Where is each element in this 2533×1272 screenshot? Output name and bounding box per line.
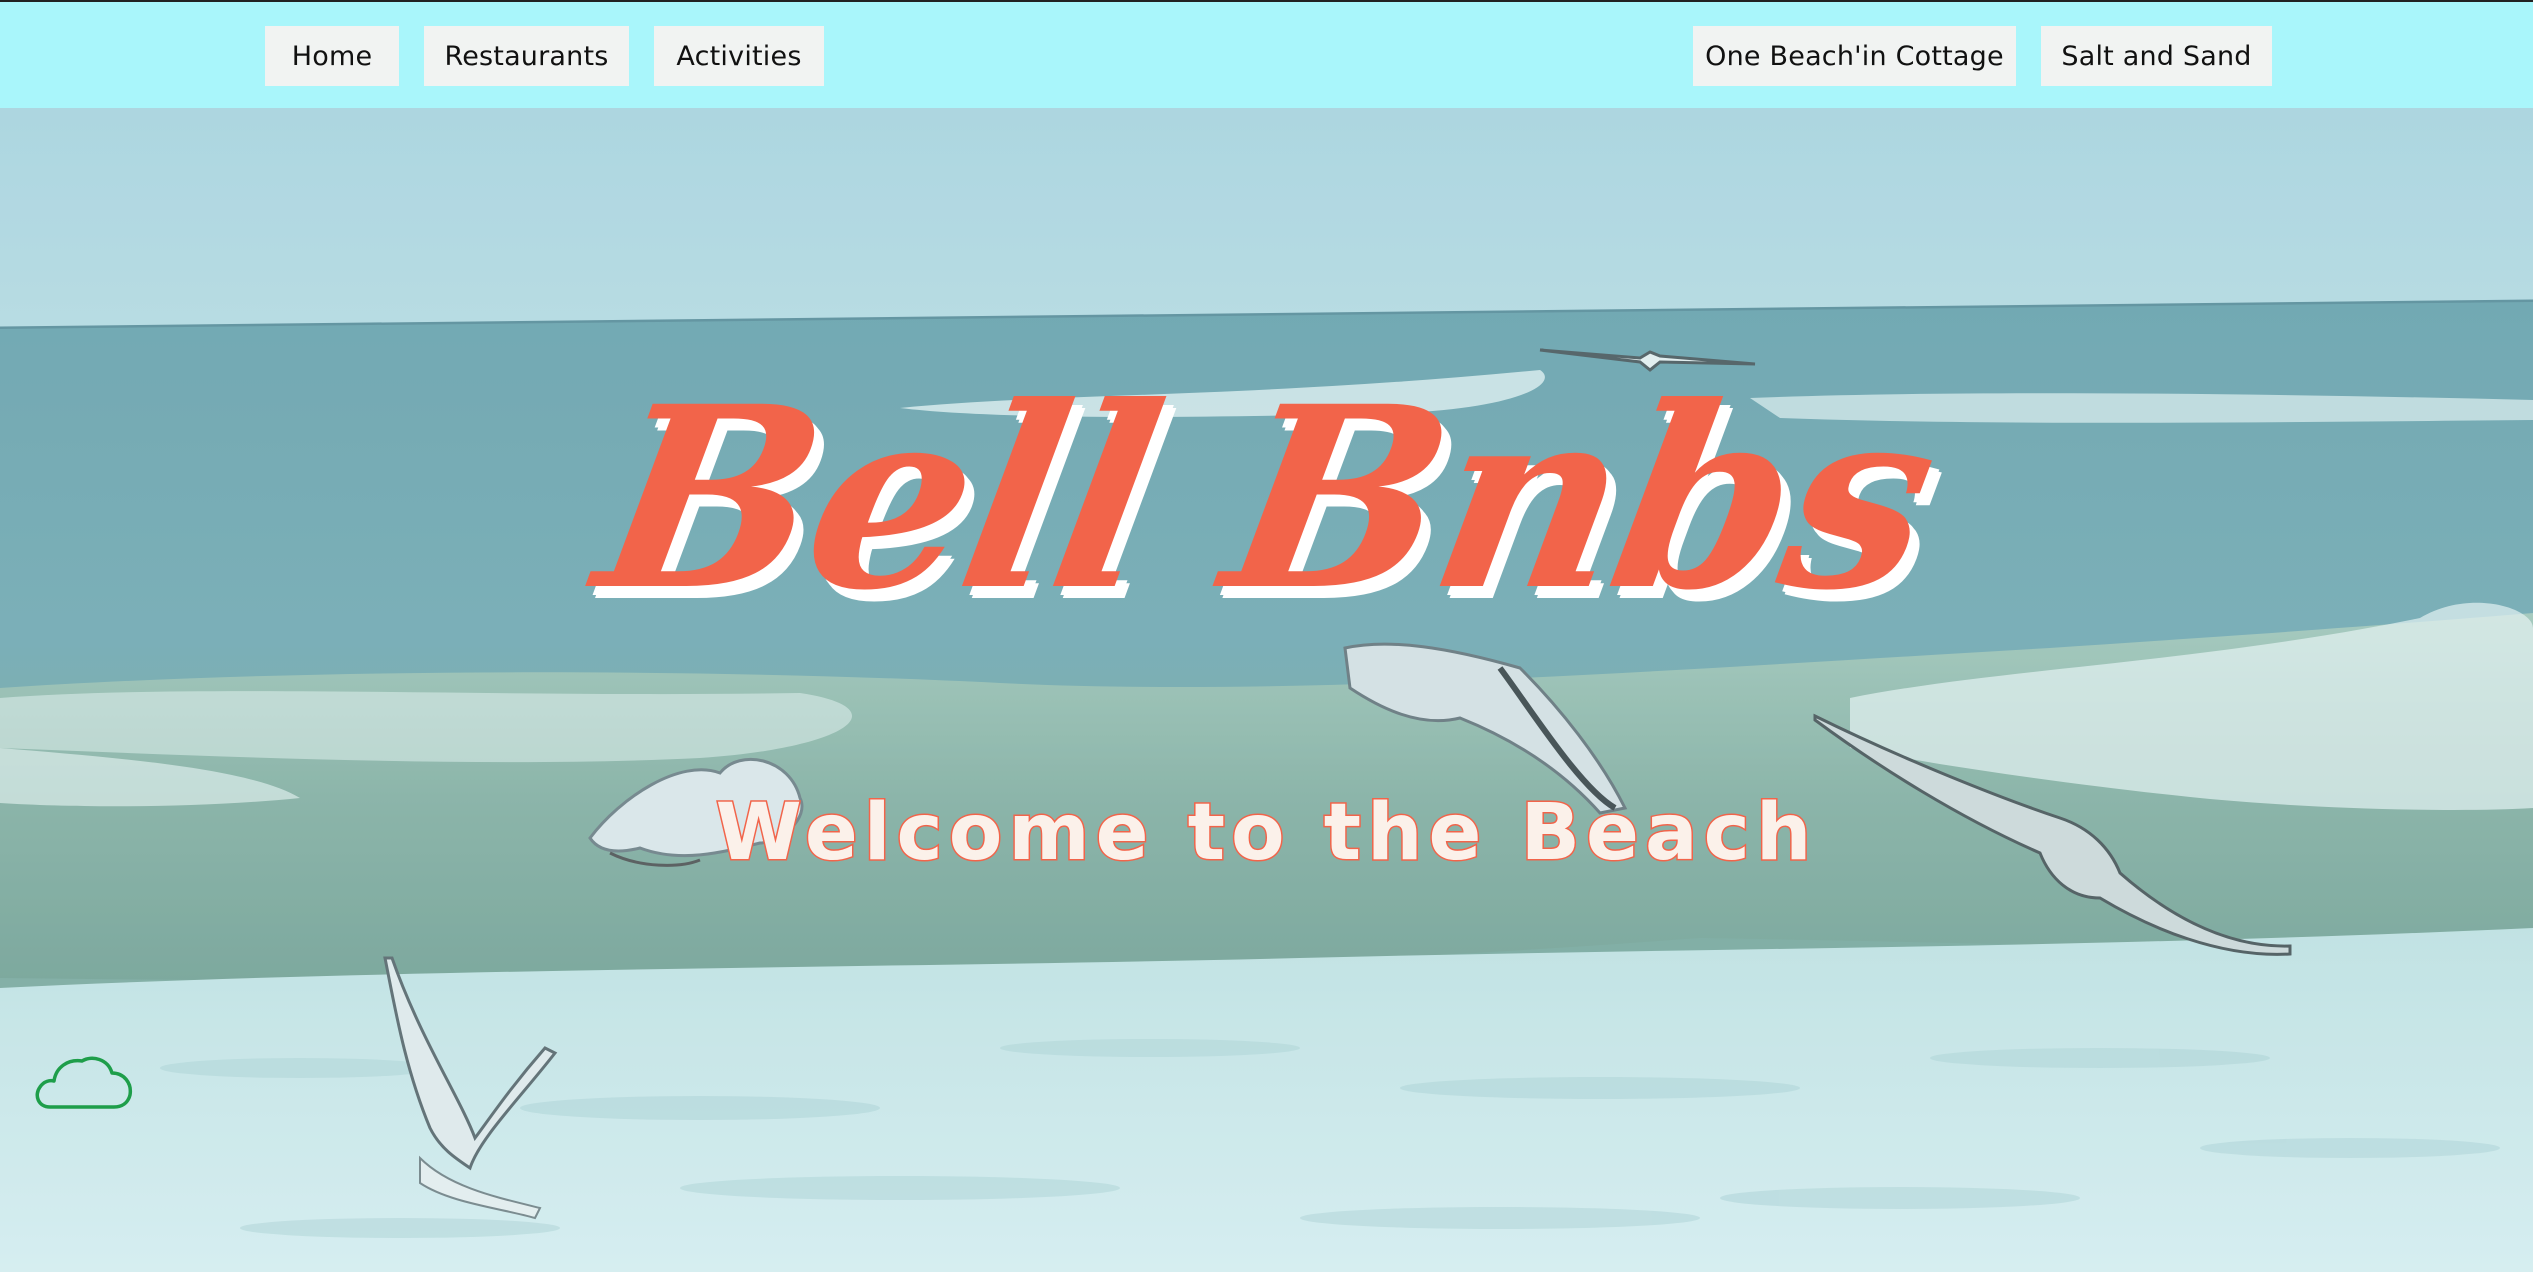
cloud-icon[interactable] bbox=[30, 1045, 136, 1117]
welcome-subtitle: Welcome to the Beach bbox=[714, 787, 1818, 880]
page: Home Restaurants Activities One Beach'in… bbox=[0, 0, 2533, 1272]
beach-background-image bbox=[0, 108, 2533, 1272]
top-navigation-bar: Home Restaurants Activities One Beach'in… bbox=[0, 0, 2533, 108]
nav-home-button[interactable]: Home bbox=[265, 26, 399, 86]
nav-restaurants-button[interactable]: Restaurants bbox=[424, 26, 629, 86]
hero-section: Bell Bnbs Welcome to the Beach bbox=[0, 108, 2533, 1272]
nav-salt-and-sand-button[interactable]: Salt and Sand bbox=[2041, 26, 2272, 86]
nav-activities-button[interactable]: Activities bbox=[654, 26, 824, 86]
nav-one-beachin-cottage-button[interactable]: One Beach'in Cottage bbox=[1693, 26, 2016, 86]
brand-title: Bell Bnbs bbox=[580, 351, 1953, 645]
